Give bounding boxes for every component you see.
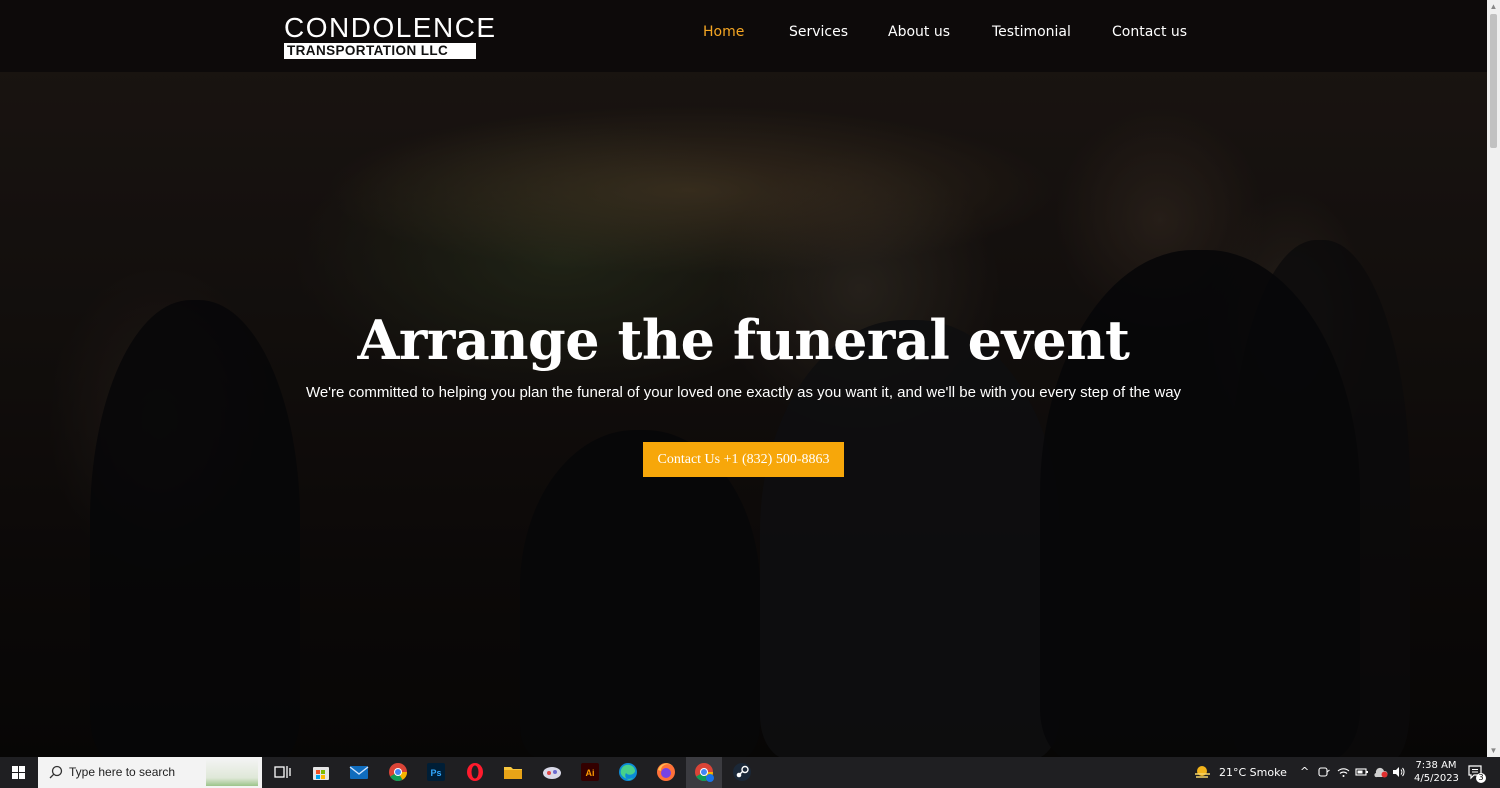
- top-navigation: CONDOLENCE TRANSPORTATION LLC Home Servi…: [0, 0, 1487, 72]
- search-highlight-image: [206, 759, 258, 786]
- nav-contact-us[interactable]: Contact us: [1112, 24, 1187, 40]
- microsoft-store-icon[interactable]: [310, 761, 332, 783]
- logo-line-1: CONDOLENCE: [284, 12, 497, 43]
- logo-line-2: TRANSPORTATION LLC: [284, 43, 476, 59]
- site-logo[interactable]: CONDOLENCE TRANSPORTATION LLC: [284, 12, 497, 59]
- notification-count-badge: 3: [1476, 773, 1486, 783]
- search-placeholder: Type here to search: [69, 765, 176, 779]
- file-explorer-icon[interactable]: [502, 761, 524, 783]
- search-icon: [49, 765, 63, 779]
- hero-title: Arrange the funeral event: [357, 308, 1130, 372]
- weather-readout[interactable]: 21°C Smoke: [1219, 766, 1287, 779]
- illustrator-icon[interactable]: Ai: [579, 761, 601, 783]
- nav-testimonial[interactable]: Testimonial: [992, 24, 1071, 40]
- task-view-icon[interactable]: [271, 761, 293, 783]
- svg-text:Ai: Ai: [586, 768, 595, 778]
- show-hidden-icons-chevron-icon[interactable]: ^: [1300, 765, 1309, 778]
- security-alert-icon[interactable]: [1374, 766, 1388, 778]
- taskbar-search[interactable]: Type here to search: [38, 757, 262, 788]
- windows-logo-icon: [12, 766, 25, 779]
- opera-icon[interactable]: [464, 761, 486, 783]
- nav-services[interactable]: Services: [789, 24, 848, 40]
- photoshop-icon[interactable]: Ps: [425, 761, 447, 783]
- edge-icon[interactable]: [617, 761, 639, 783]
- clock-time[interactable]: 7:38 AM: [1414, 760, 1458, 772]
- chrome-profile-icon[interactable]: [693, 761, 715, 783]
- page-scrollbar[interactable]: ▲ ▼: [1487, 0, 1500, 757]
- contact-phone-button[interactable]: Contact Us +1 (832) 500-8863: [643, 442, 844, 477]
- clock-date[interactable]: 4/5/2023: [1414, 773, 1459, 785]
- game-app-icon[interactable]: [541, 761, 563, 783]
- wifi-icon[interactable]: [1337, 766, 1350, 778]
- mail-icon[interactable]: [348, 761, 370, 783]
- nav-about-us[interactable]: About us: [888, 24, 950, 40]
- meet-now-icon[interactable]: [1318, 766, 1330, 778]
- weather-smoke-icon[interactable]: [1194, 764, 1212, 780]
- scroll-up-arrow-icon[interactable]: ▲: [1487, 0, 1500, 13]
- svg-text:Ps: Ps: [430, 768, 441, 778]
- start-button[interactable]: [0, 757, 37, 788]
- steam-icon[interactable]: [731, 761, 753, 783]
- hero-section: Arrange the funeral event We're committe…: [0, 0, 1487, 757]
- hero-subtitle: We're committed to helping you plan the …: [305, 384, 1182, 401]
- hero-overlay: [0, 0, 1487, 757]
- chrome-icon[interactable]: [387, 761, 409, 783]
- volume-icon[interactable]: [1392, 766, 1405, 778]
- scroll-thumb[interactable]: [1490, 14, 1497, 148]
- battery-icon[interactable]: [1355, 766, 1369, 778]
- scroll-down-arrow-icon[interactable]: ▼: [1487, 744, 1500, 757]
- firefox-icon[interactable]: [655, 761, 677, 783]
- windows-taskbar: Type here to search Ps Ai 21°C Smoke ^ 7…: [0, 757, 1500, 788]
- nav-home[interactable]: Home: [703, 24, 744, 40]
